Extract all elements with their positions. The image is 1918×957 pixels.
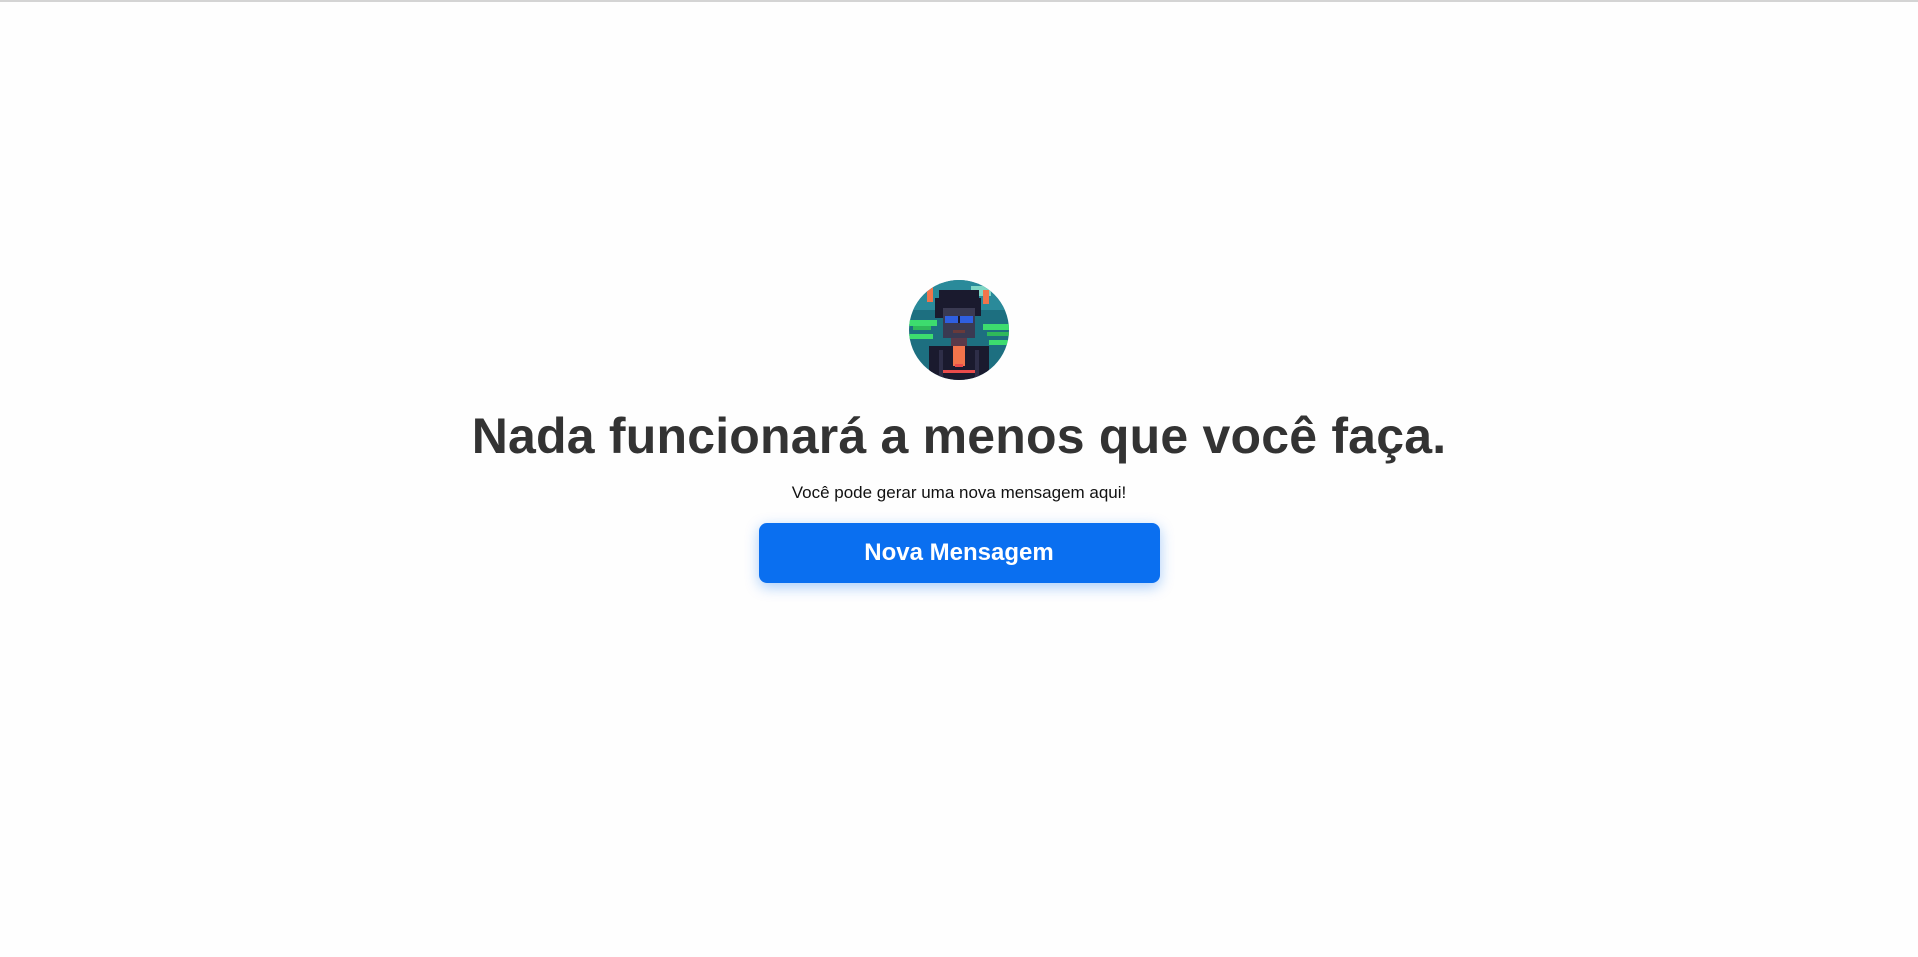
avatar (909, 280, 1009, 380)
new-message-button[interactable]: Nova Mensagem (758, 523, 1160, 583)
subtitle-text: Você pode gerar uma nova mensagem aqui! (791, 483, 1127, 502)
main-content: Nada funcionará a menos que você faça. V… (0, 280, 1918, 583)
pixel-art-person-avatar-icon (909, 280, 1009, 380)
top-border (0, 0, 1918, 2)
page-title: Nada funcionará a menos que você faça. (471, 408, 1447, 464)
